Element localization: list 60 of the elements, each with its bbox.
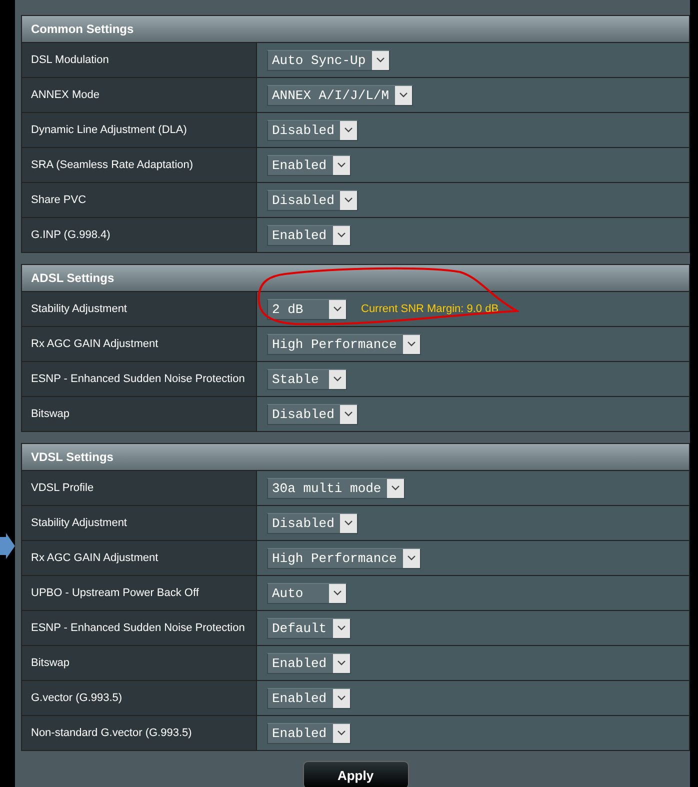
chevron-down-icon — [402, 548, 420, 568]
snr-margin-text: Current SNR Margin: 9.0 dB — [361, 303, 499, 315]
dropdown[interactable]: High Performance — [267, 334, 421, 354]
section-title: ADSL Settings — [31, 271, 114, 285]
setting-label: Stability Adjustment — [22, 292, 257, 326]
chevron-down-icon — [332, 226, 350, 244]
setting-label: UPBO - Upstream Power Back Off — [22, 576, 257, 610]
chevron-down-icon — [329, 584, 346, 602]
setting-label: Non-standard G.vector (G.993.5) — [22, 716, 257, 750]
dropdown[interactable]: Enabled — [267, 688, 351, 708]
setting-label: Bitswap — [22, 397, 257, 431]
chevron-down-icon — [340, 120, 358, 140]
dropdown[interactable]: Default — [267, 618, 351, 638]
chevron-down-icon — [329, 300, 346, 318]
setting-label: Rx AGC GAIN Adjustment — [22, 541, 257, 575]
chevron-down-icon — [340, 190, 358, 210]
dropdown[interactable]: Stable — [267, 368, 347, 390]
chevron-down-icon — [372, 50, 389, 70]
chevron-down-icon — [332, 618, 350, 638]
dropdown[interactable]: Disabled — [267, 120, 358, 140]
setting-label: ESNP - Enhanced Sudden Noise Protection — [22, 611, 257, 645]
chevron-down-icon — [387, 478, 404, 498]
setting-label: SRA (Seamless Rate Adaptation) — [22, 148, 257, 182]
dropdown[interactable]: Enabled — [267, 652, 351, 674]
setting-label: Share PVC — [22, 183, 257, 217]
dropdown[interactable]: Auto — [267, 582, 347, 604]
setting-label: Bitswap — [22, 646, 257, 680]
dropdown[interactable]: Enabled — [267, 224, 351, 246]
chevron-down-icon — [395, 86, 412, 104]
setting-label: Rx AGC GAIN Adjustment — [22, 327, 257, 361]
setting-label: Stability Adjustment — [22, 506, 257, 540]
dropdown[interactable]: 2 dB — [267, 298, 347, 320]
dropdown[interactable]: Disabled — [267, 404, 358, 424]
dropdown[interactable]: 30a multi mode — [267, 478, 406, 498]
setting-label: VDSL Profile — [22, 471, 257, 505]
chevron-down-icon — [402, 334, 420, 354]
chevron-down-icon — [340, 404, 358, 424]
setting-label: G.vector (G.993.5) — [22, 681, 257, 715]
setting-label: ESNP - Enhanced Sudden Noise Protection — [22, 362, 257, 396]
setting-label: G.INP (G.998.4) — [22, 218, 257, 252]
dropdown[interactable]: Enabled — [267, 722, 351, 744]
section-title: VDSL Settings — [31, 450, 114, 464]
dropdown[interactable]: Auto Sync-Up — [267, 50, 390, 70]
dropdown[interactable]: Enabled — [267, 154, 351, 176]
apply-button[interactable]: Apply — [302, 761, 408, 787]
dropdown[interactable]: High Performance — [267, 548, 421, 568]
section-title: Common Settings — [31, 22, 134, 36]
dropdown[interactable]: Disabled — [267, 190, 358, 210]
chevron-down-icon — [332, 724, 350, 742]
setting-label: Dynamic Line Adjustment (DLA) — [22, 113, 257, 147]
chevron-down-icon — [332, 156, 350, 174]
dropdown[interactable]: ANNEX A/I/J/L/M — [267, 84, 414, 106]
setting-label: DSL Modulation — [22, 43, 257, 77]
chevron-down-icon — [332, 688, 350, 708]
arrow-icon — [0, 533, 15, 559]
setting-label: ANNEX Mode — [22, 78, 257, 112]
chevron-down-icon — [332, 654, 350, 672]
chevron-down-icon — [329, 370, 346, 388]
dropdown[interactable]: Disabled — [267, 512, 358, 534]
chevron-down-icon — [340, 514, 358, 532]
